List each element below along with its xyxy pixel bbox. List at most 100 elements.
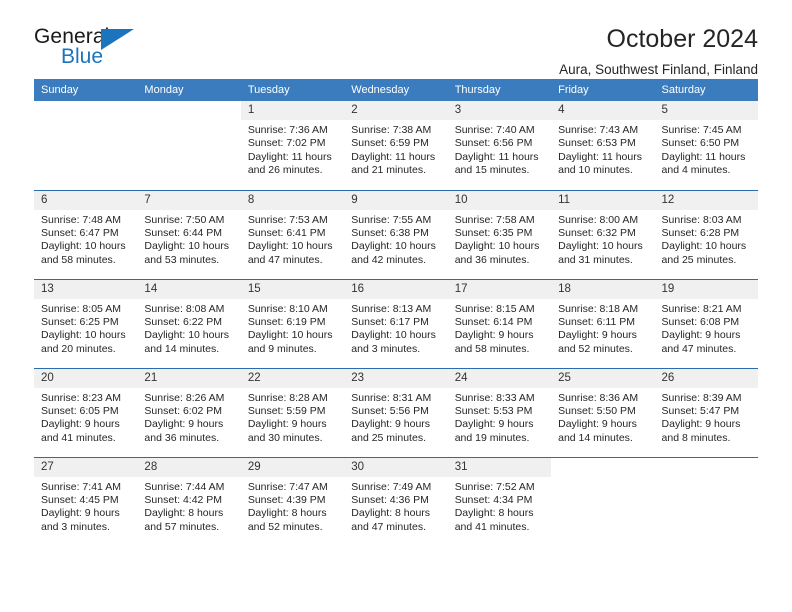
calendar-day-cell[interactable]: 3 Sunrise: 7:40 AM Sunset: 6:56 PM Daylight… [447, 101, 552, 190]
day-details: Sunrise: 8:23 AM Sunset: 6:05 PM Daylight:… [34, 388, 137, 446]
sunrise-text: Sunrise: 7:55 AM [351, 213, 432, 226]
page-title: October 2024 [606, 25, 759, 53]
weekday-header-monday: Monday [137, 79, 241, 101]
daylight-text-line2: and 47 minutes. [247, 253, 323, 266]
daylight-text-line2: and 41 minutes. [454, 520, 530, 533]
calendar-day-cell[interactable]: 25 Sunrise: 8:36 AM Sunset: 5:50 PM Dayligh… [551, 367, 655, 457]
day-details: Sunrise: 7:36 AM Sunset: 7:02 PM Daylight:… [241, 120, 344, 178]
calendar-day-cell[interactable]: 15 Sunrise: 8:10 AM Sunset: 6:19 PM Dayligh… [240, 278, 345, 368]
day-details: Sunrise: 7:41 AM Sunset: 4:45 PM Daylight:… [34, 477, 137, 535]
calendar-day-cell[interactable]: 21 Sunrise: 8:26 AM Sunset: 6:02 PM Dayligh… [137, 367, 241, 457]
sunset-text: Sunset: 6:32 PM [558, 226, 636, 239]
daylight-text-line1: Daylight: 9 hours [558, 329, 637, 342]
sunrise-text: Sunrise: 7:47 AM [247, 480, 328, 493]
sunset-text: Sunset: 6:59 PM [351, 137, 429, 150]
calendar-cell-inner: 16 Sunrise: 8:13 AM Sunset: 6:17 PM Dayligh… [344, 279, 448, 368]
calendar-day-cell[interactable]: 16 Sunrise: 8:13 AM Sunset: 6:17 PM Dayligh… [344, 278, 448, 368]
day-number: 28 [137, 457, 241, 477]
calendar-day-cell[interactable]: 1 Sunrise: 7:36 AM Sunset: 7:02 PM Daylight… [240, 101, 345, 190]
daylight-text-line1: Daylight: 9 hours [661, 329, 741, 342]
day-details: Sunrise: 8:36 AM Sunset: 5:50 PM Daylight:… [551, 388, 654, 446]
daylight-text-line1: Daylight: 10 hours [41, 240, 126, 253]
calendar-day-cell[interactable]: 11 Sunrise: 8:00 AM Sunset: 6:32 PM Dayligh… [551, 189, 655, 279]
day-details: Sunrise: 7:48 AM Sunset: 6:47 PM Daylight:… [34, 210, 137, 268]
calendar-day-cell[interactable]: 30 Sunrise: 7:49 AM Sunset: 4:36 PM Dayligh… [344, 456, 448, 546]
day-number: 10 [447, 190, 552, 210]
logo-text-general: General [34, 25, 110, 48]
day-number: 20 [34, 368, 138, 388]
calendar-cell-inner: 2 Sunrise: 7:38 AM Sunset: 6:59 PM Daylight… [344, 101, 448, 190]
day-number: 27 [34, 457, 138, 477]
sunset-text: Sunset: 6:17 PM [351, 315, 429, 328]
calendar-day-cell[interactable]: 28 Sunrise: 7:44 AM Sunset: 4:42 PM Dayligh… [137, 456, 241, 546]
calendar-day-cell[interactable]: 9 Sunrise: 7:55 AM Sunset: 6:38 PM Daylight… [344, 189, 448, 279]
calendar-day-cell[interactable]: 27 Sunrise: 7:41 AM Sunset: 4:45 PM Dayligh… [34, 456, 138, 547]
calendar-day-cell[interactable]: 7 Sunrise: 7:50 AM Sunset: 6:44 PM Daylight… [137, 189, 241, 279]
calendar-cell-inner: 19 Sunrise: 8:21 AM Sunset: 6:08 PM Dayligh… [654, 279, 758, 368]
sunset-text: Sunset: 6:28 PM [661, 226, 740, 239]
calendar-day-cell[interactable]: 2 Sunrise: 7:38 AM Sunset: 6:59 PM Daylight… [344, 101, 448, 190]
calendar-day-cell[interactable]: 17 Sunrise: 8:15 AM Sunset: 6:14 PM Dayligh… [447, 278, 552, 368]
daylight-text-line1: Daylight: 11 hours [454, 150, 539, 163]
sunset-text: Sunset: 4:34 PM [454, 493, 533, 506]
day-number: 29 [240, 457, 345, 477]
calendar-day-cell[interactable]: 8 Sunrise: 7:53 AM Sunset: 6:41 PM Daylight… [240, 189, 345, 279]
daylight-text-line1: Daylight: 10 hours [247, 329, 333, 342]
calendar-day-cell[interactable]: 6 Sunrise: 7:48 AM Sunset: 6:47 PM Daylight… [34, 189, 138, 279]
sunrise-text: Sunrise: 7:44 AM [144, 480, 225, 493]
calendar-day-cell[interactable]: 22 Sunrise: 8:28 AM Sunset: 5:59 PM Dayligh… [240, 367, 345, 457]
sunset-text: Sunset: 5:47 PM [661, 404, 740, 417]
calendar-day-cell[interactable]: 12 Sunrise: 8:03 AM Sunset: 6:28 PM Dayligh… [654, 189, 758, 279]
calendar-day-cell[interactable]: 13 Sunrise: 8:05 AM Sunset: 6:25 PM Dayligh… [34, 278, 138, 368]
daylight-text-line2: and 36 minutes. [144, 431, 220, 444]
weekday-header-friday: Friday [551, 79, 655, 101]
calendar-day-cell[interactable]: 14 Sunrise: 8:08 AM Sunset: 6:22 PM Dayligh… [137, 278, 241, 368]
daylight-text-line1: Daylight: 9 hours [41, 507, 120, 520]
general-blue-logo: General Blue [34, 26, 154, 78]
daylight-text-line1: Daylight: 11 hours [351, 150, 436, 163]
calendar-day-cell[interactable]: 10 Sunrise: 7:58 AM Sunset: 6:35 PM Dayligh… [447, 189, 552, 279]
calendar-day-cell[interactable]: 18 Sunrise: 8:18 AM Sunset: 6:11 PM Dayligh… [551, 278, 655, 368]
calendar-day-cell[interactable]: 5 Sunrise: 7:45 AM Sunset: 6:50 PM Daylight… [654, 101, 758, 190]
calendar-cell-inner: 27 Sunrise: 7:41 AM Sunset: 4:45 PM Dayligh… [34, 457, 138, 547]
day-number [655, 458, 758, 477]
day-details: Sunrise: 7:47 AM Sunset: 4:39 PM Daylight:… [241, 477, 344, 535]
calendar-cell-inner: 18 Sunrise: 8:18 AM Sunset: 6:11 PM Dayligh… [551, 279, 655, 368]
calendar-day-cell[interactable]: 19 Sunrise: 8:21 AM Sunset: 6:08 PM Dayligh… [654, 278, 758, 368]
calendar-cell-inner: 6 Sunrise: 7:48 AM Sunset: 6:47 PM Daylight… [34, 190, 138, 279]
daylight-text-line1: Daylight: 10 hours [247, 240, 333, 253]
daylight-text-line2: and 53 minutes. [144, 253, 220, 266]
weekday-header-saturday: Saturday [654, 79, 758, 101]
day-number: 15 [240, 279, 345, 299]
day-details: Sunrise: 7:44 AM Sunset: 4:42 PM Daylight:… [137, 477, 240, 535]
calendar-day-cell[interactable]: 26 Sunrise: 8:39 AM Sunset: 5:47 PM Dayligh… [654, 367, 758, 457]
daylight-text-line2: and 10 minutes. [558, 164, 633, 177]
sunrise-text: Sunrise: 7:49 AM [351, 480, 432, 493]
day-number [34, 101, 137, 120]
sunrise-text: Sunrise: 8:10 AM [247, 302, 328, 315]
sunrise-text: Sunrise: 8:31 AM [351, 391, 432, 404]
day-details: Sunrise: 8:31 AM Sunset: 5:56 PM Daylight:… [344, 388, 447, 446]
day-number: 8 [240, 190, 345, 210]
daylight-text-line2: and 20 minutes. [41, 342, 116, 355]
day-details: Sunrise: 8:00 AM Sunset: 6:32 PM Daylight:… [551, 210, 654, 268]
sunrise-text: Sunrise: 8:36 AM [558, 391, 639, 404]
calendar-day-cell[interactable]: 20 Sunrise: 8:23 AM Sunset: 6:05 PM Dayligh… [34, 367, 138, 457]
day-details: Sunrise: 7:43 AM Sunset: 6:53 PM Daylight:… [551, 120, 654, 178]
daylight-text-line1: Daylight: 11 hours [558, 150, 642, 163]
daylight-text-line2: and 9 minutes. [247, 342, 317, 355]
calendar-day-cell[interactable]: 4 Sunrise: 7:43 AM Sunset: 6:53 PM Daylight… [551, 101, 655, 190]
day-details: Sunrise: 8:08 AM Sunset: 6:22 PM Daylight:… [137, 299, 240, 357]
day-number: 24 [447, 368, 552, 388]
sunrise-text: Sunrise: 8:13 AM [351, 302, 432, 315]
calendar-day-cell[interactable]: 31 Sunrise: 7:52 AM Sunset: 4:34 PM Dayligh… [447, 456, 552, 546]
day-details [34, 120, 137, 124]
calendar-day-cell[interactable]: 24 Sunrise: 8:33 AM Sunset: 5:53 PM Dayligh… [447, 367, 552, 457]
calendar-cell-empty [34, 101, 138, 190]
calendar-day-cell[interactable]: 23 Sunrise: 8:31 AM Sunset: 5:56 PM Dayligh… [344, 367, 448, 457]
sunset-text: Sunset: 6:35 PM [454, 226, 533, 239]
sunset-text: Sunset: 7:02 PM [247, 137, 326, 150]
calendar-day-cell[interactable]: 29 Sunrise: 7:47 AM Sunset: 4:39 PM Dayligh… [240, 456, 345, 546]
daylight-text-line2: and 19 minutes. [454, 431, 530, 444]
sunset-text: Sunset: 4:39 PM [247, 493, 326, 506]
